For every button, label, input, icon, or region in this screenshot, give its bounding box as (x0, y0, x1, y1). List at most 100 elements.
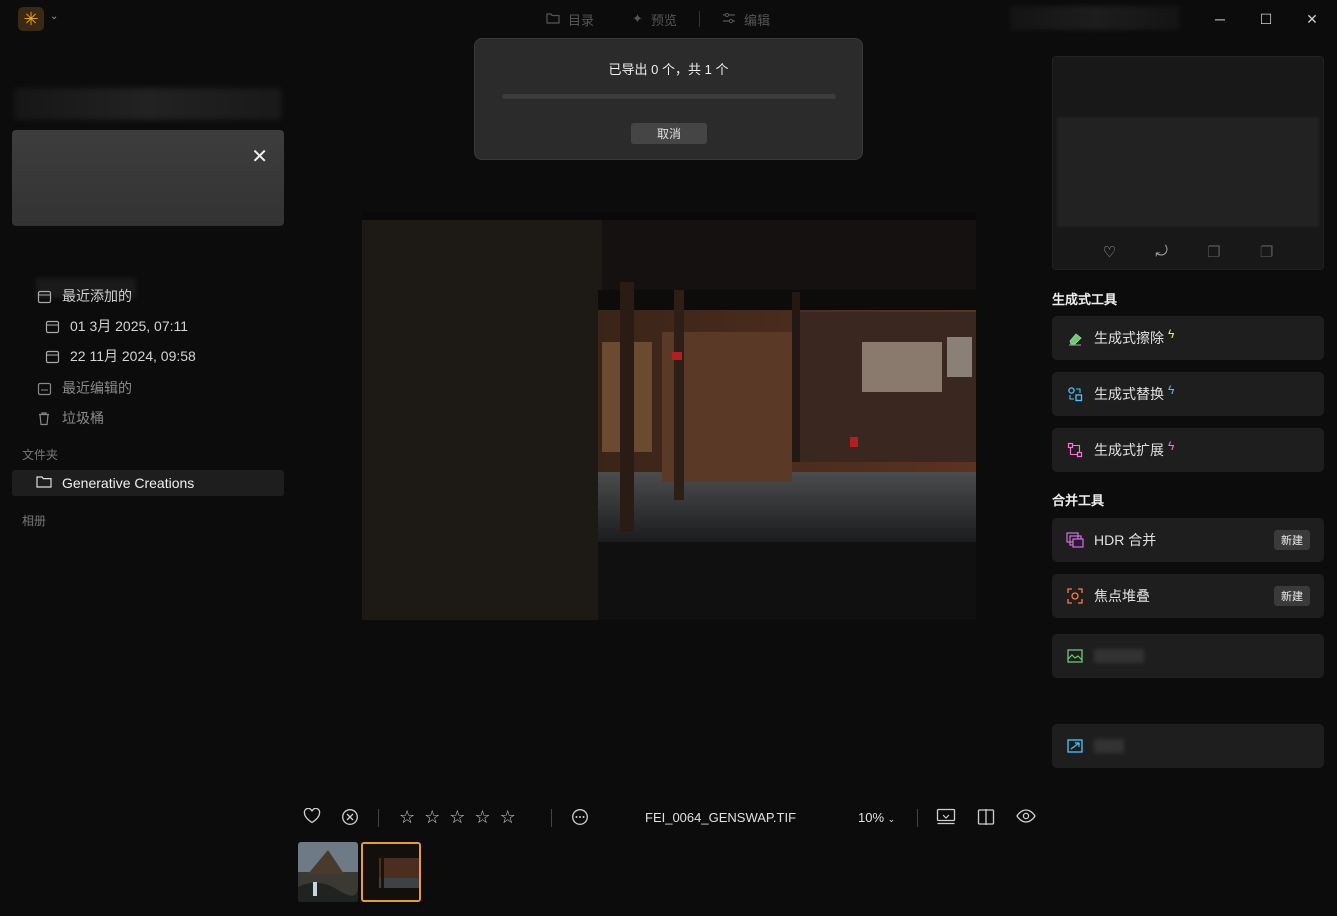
minimize-button[interactable]: ─ (1197, 0, 1243, 38)
preview-actions: ♡ ⤾ ❐ ❐ (1053, 243, 1323, 261)
export-progress-dialog: 已导出 0 个，共 1 个 取消 (474, 38, 863, 160)
reject-icon[interactable] (341, 808, 359, 831)
close-button[interactable]: ✕ (1289, 0, 1335, 38)
title-bar: ✳ ⌄ 目录 ✦ 预览 编辑 ─ ☐ ✕ (0, 0, 1337, 38)
expand-icon (1066, 441, 1084, 459)
sidebar-item-trash[interactable]: 垃圾桶 (36, 408, 104, 428)
cancel-button[interactable]: 取消 (631, 123, 707, 144)
folder-icon (36, 475, 52, 491)
toolbar-divider (917, 809, 918, 827)
tab-edit[interactable]: 编辑 (706, 4, 786, 34)
right-panel: ♡ ⤾ ❐ ❐ 生成式工具 生成式擦除 ϟ 生成式替换 ϟ 生成式扩展 ϟ 合并… (1046, 38, 1337, 798)
close-icon: ✕ (1306, 10, 1318, 27)
generative-erase-button[interactable]: 生成式擦除 ϟ (1052, 316, 1324, 360)
zoom-dropdown[interactable]: 10% ⌄ (858, 810, 895, 825)
star-icon[interactable]: ☆ (449, 808, 465, 826)
blurred-label (1094, 739, 1124, 753)
close-icon[interactable]: ✕ (251, 144, 268, 169)
calendar-icon (36, 288, 52, 304)
eye-icon[interactable] (1016, 808, 1036, 829)
blurred-search (14, 88, 282, 120)
copy-icon[interactable]: ❐ (1260, 243, 1273, 261)
filmstrip-thumbnail[interactable] (298, 842, 358, 902)
filmstrip-icon[interactable] (936, 808, 956, 831)
preview-image (1057, 117, 1319, 227)
blurred-tool-button[interactable] (1052, 634, 1324, 678)
blurred-tool-button[interactable] (1052, 724, 1324, 768)
sidebar-item-label: 01 3月 2025, 07:11 (70, 318, 189, 334)
generative-replace-button[interactable]: 生成式替换 ϟ (1052, 372, 1324, 416)
mode-tabs: 目录 ✦ 预览 编辑 (530, 4, 786, 34)
more-options-icon[interactable] (571, 808, 589, 831)
sidebar-item-label: 垃圾桶 (62, 410, 104, 426)
generative-tools-heading: 生成式工具 (1052, 292, 1118, 307)
hdr-icon (1066, 531, 1084, 549)
left-sidebar: ✕ 最近添加的 01 3月 2025, 07:11 22 11月 2024, 0… (0, 38, 296, 798)
lightning-icon: ϟ (1168, 439, 1175, 453)
focus-icon (1066, 587, 1084, 605)
star-icon[interactable]: ☆ (424, 808, 440, 826)
new-badge: 新建 (1274, 586, 1310, 606)
calendar-icon (44, 318, 60, 334)
replace-icon (1066, 385, 1084, 403)
preview-card: ♡ ⤾ ❐ ❐ (1052, 56, 1324, 270)
compare-icon[interactable] (977, 808, 995, 831)
app-logo[interactable]: ✳ (18, 7, 44, 31)
tool-label: 生成式扩展 (1094, 442, 1164, 458)
sidebar-item-label: 最近添加的 (62, 288, 132, 304)
heart-icon[interactable] (303, 807, 321, 829)
maximize-button[interactable]: ☐ (1243, 0, 1289, 38)
generative-expand-button[interactable]: 生成式扩展 ϟ (1052, 428, 1324, 472)
toolbar-divider (551, 809, 552, 827)
image-icon (1066, 647, 1084, 665)
zoom-value: 10% (858, 810, 885, 825)
hdr-merge-button[interactable]: HDR 合并 新建 (1052, 518, 1324, 562)
logo-glyph: ✳ (23, 8, 39, 29)
folder-icon (546, 12, 560, 27)
app-window: ✳ ⌄ 目录 ✦ 预览 编辑 ─ ☐ ✕ ✕ 最近添加的 01 3月 2025,… (0, 0, 1337, 916)
tool-label: 生成式替换 (1094, 386, 1164, 402)
sidebar-item-generative-creations[interactable]: Generative Creations (12, 470, 284, 496)
chevron-down-icon[interactable]: ⌄ (50, 11, 58, 22)
notification-card: ✕ (12, 130, 284, 226)
sidebar-item-date-2[interactable]: 22 11月 2024, 09:58 (44, 346, 196, 366)
export-status-text: 已导出 0 个，共 1 个 (608, 62, 729, 77)
tab-divider (698, 11, 700, 27)
heart-icon[interactable]: ♡ (1103, 243, 1116, 261)
sidebar-item-recent-added[interactable]: 最近添加的 (36, 286, 132, 306)
filmstrip-thumbnail-selected[interactable] (361, 842, 421, 902)
sidebar-item-label: 最近编辑的 (62, 380, 132, 396)
sparkle-icon: ✦ (632, 11, 643, 26)
folder-label: Generative Creations (62, 475, 195, 491)
tab-label: 预览 (650, 12, 677, 28)
tool-label: HDR 合并 (1094, 532, 1157, 548)
calendar-icon (44, 348, 60, 364)
sidebar-item-date-1[interactable]: 01 3月 2025, 07:11 (44, 316, 188, 336)
star-icon[interactable]: ☆ (399, 808, 415, 826)
tool-label: 生成式擦除 (1094, 330, 1164, 346)
export-progress-bar (502, 94, 836, 99)
tab-catalog[interactable]: 目录 (530, 4, 610, 34)
main-photo (362, 212, 976, 620)
albums-section-label: 相册 (22, 514, 47, 528)
blurred-region (1010, 6, 1180, 30)
stack-icon[interactable]: ❐ (1207, 243, 1220, 261)
bottom-toolbar: ☆ ☆ ☆ ☆ ☆ FEI_0064_GENSWAP.TIF 10% ⌄ (296, 800, 1046, 836)
chevron-down-icon: ⌄ (887, 814, 896, 824)
focus-stacking-button[interactable]: 焦点堆叠 新建 (1052, 574, 1324, 618)
toolbar-divider (378, 809, 379, 827)
sidebar-item-recent-edited[interactable]: 最近编辑的 (36, 378, 132, 398)
eraser-icon (1066, 329, 1084, 347)
tab-preview[interactable]: ✦ 预览 (616, 4, 693, 34)
resize-icon (1066, 737, 1084, 755)
star-icon[interactable]: ☆ (474, 808, 490, 826)
new-badge: 新建 (1274, 530, 1310, 550)
rotate-icon[interactable]: ⤾ (1155, 243, 1168, 261)
tab-label: 编辑 (743, 12, 770, 28)
folders-section-label: 文件夹 (22, 448, 59, 462)
blurred-label (1094, 649, 1144, 663)
star-icon[interactable]: ☆ (500, 808, 516, 826)
sliders-icon (722, 12, 736, 27)
trash-icon (36, 410, 52, 426)
filename-label: FEI_0064_GENSWAP.TIF (645, 810, 797, 825)
